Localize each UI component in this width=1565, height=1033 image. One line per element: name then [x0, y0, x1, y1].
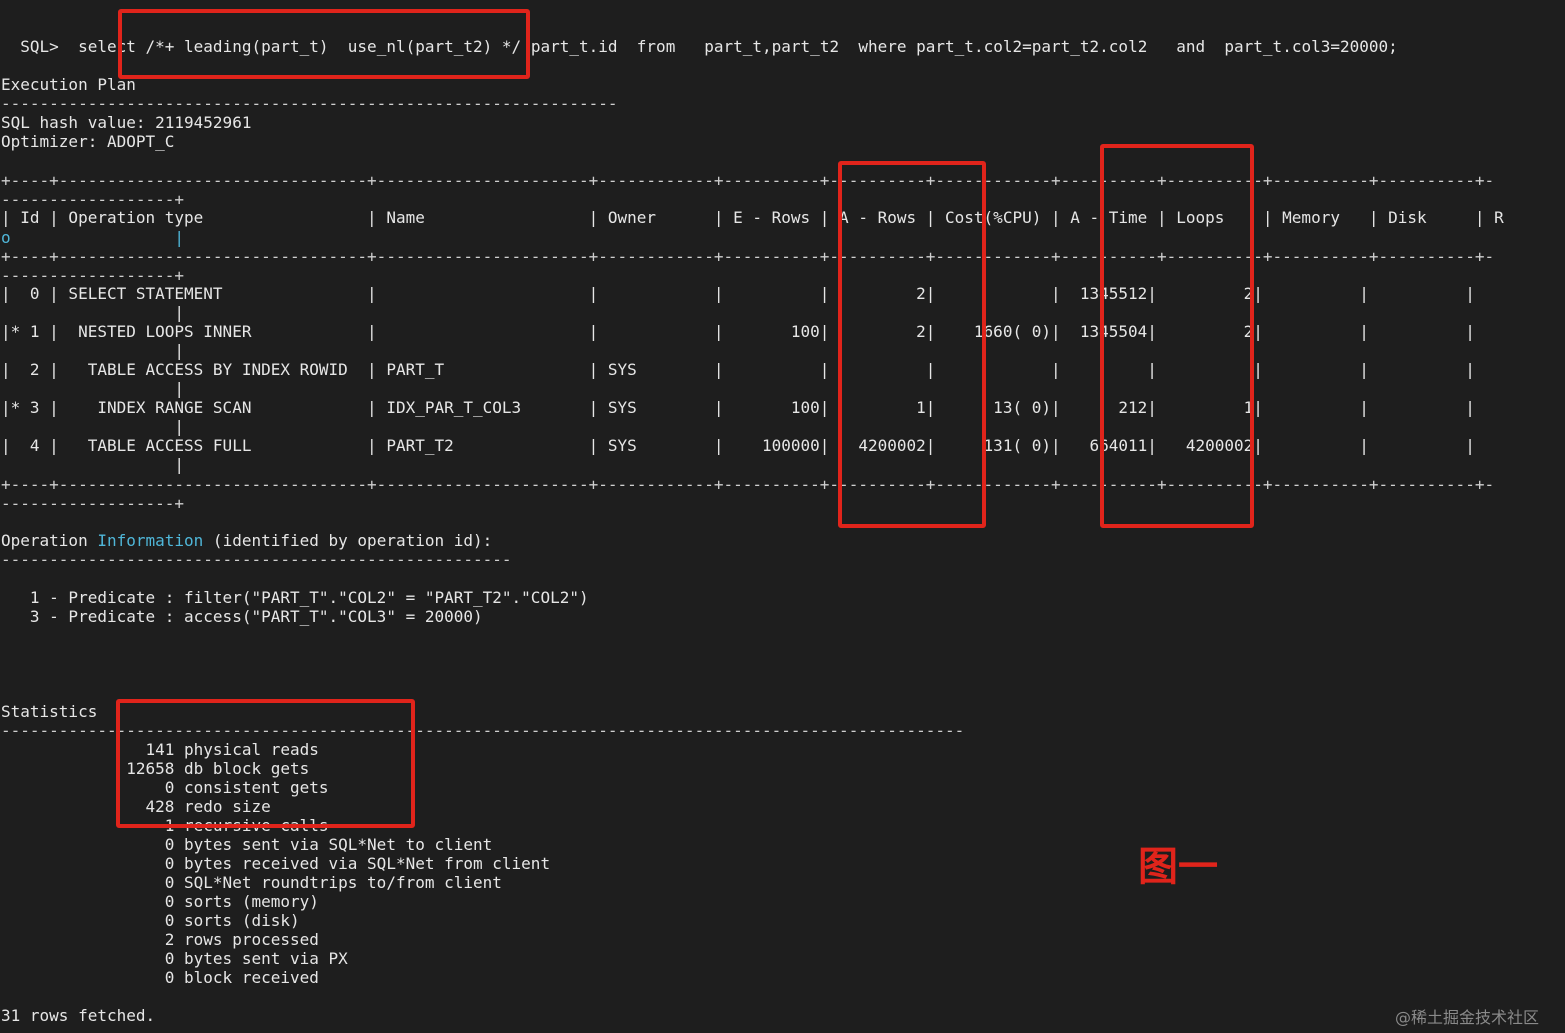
- plan-table-header: | Id | Operation type | Name | Owner | E…: [1, 208, 1504, 227]
- plan-row-2-wrap: |: [1, 379, 185, 398]
- plan-table-border-tail: ------------------+: [1, 266, 185, 285]
- plan-row-0: | 0 | SELECT STATEMENT | | | | 2| | 1345…: [1, 284, 1475, 303]
- sql-hint: /*+ leading(part_t) use_nl(part_t2) */: [145, 37, 522, 56]
- statistics-heading: Statistics: [1, 702, 98, 721]
- operation-info-separator: ----------------------------------------…: [1, 550, 512, 569]
- sql-prompt: SQL>: [20, 37, 59, 56]
- rows-fetched-footer: 31 rows fetched.: [1, 1006, 156, 1025]
- plan-table-border: +----+--------------------------------+-…: [1, 475, 1495, 494]
- sql-rest: part_t.id from part_t,part_t2 where part…: [530, 37, 1398, 56]
- sql-hash-value: SQL hash value: 2119452961: [1, 113, 252, 132]
- plan-row-4-wrap: |: [1, 455, 185, 474]
- plan-row-1: |* 1 | NESTED LOOPS INNER | | | 100| 2| …: [1, 322, 1475, 341]
- stat-item: 2 rows processed: [1, 930, 319, 949]
- plan-table-border-tail: ------------------+: [1, 494, 185, 513]
- plan-row-3: |* 3 | INDEX RANGE SCAN | IDX_PAR_T_COL3…: [1, 398, 1475, 417]
- stat-item: 428 redo size: [1, 797, 271, 816]
- stat-item: 0 sorts (disk): [1, 911, 300, 930]
- plan-row-1-wrap: |: [1, 341, 185, 360]
- stat-item: 0 bytes received via SQL*Net from client: [1, 854, 551, 873]
- predicate-3: 3 - Predicate : access("PART_T"."COL3" =…: [1, 607, 483, 626]
- plan-row-3-wrap: |: [1, 417, 185, 436]
- keyword-information: Information: [97, 531, 204, 550]
- operation-info-heading: Operation Information (identified by ope…: [1, 531, 493, 550]
- stat-item: 0 sorts (memory): [1, 892, 319, 911]
- stat-item: 0 SQL*Net roundtrips to/from client: [1, 873, 502, 892]
- stat-item: 0 block received: [1, 968, 319, 987]
- plan-row-2: | 2 | TABLE ACCESS BY INDEX ROWID | PART…: [1, 360, 1475, 379]
- stat-item: 1 recursive calls: [1, 816, 329, 835]
- watermark: @稀土掘金技术社区: [1395, 1008, 1540, 1027]
- stat-item: 141 physical reads: [1, 740, 319, 759]
- plan-row-4: | 4 | TABLE ACCESS FULL | PART_T2 | SYS …: [1, 436, 1475, 455]
- stat-item: 0 bytes sent via SQL*Net to client: [1, 835, 493, 854]
- plan-table-border-tail: ------------------+: [1, 190, 185, 209]
- stat-item: 0 bytes sent via PX: [1, 949, 348, 968]
- plan-table-border: +----+--------------------------------+-…: [1, 247, 1495, 266]
- stat-item: 0 consistent gets: [1, 778, 329, 797]
- predicate-1: 1 - Predicate : filter("PART_T"."COL2" =…: [1, 588, 589, 607]
- sql-command-line: SQL> select /*+ leading(part_t) use_nl(p…: [1, 18, 1398, 56]
- plan-table-border: +----+--------------------------------+-…: [1, 171, 1495, 190]
- optimizer-mode: Optimizer: ADOPT_C: [1, 132, 175, 151]
- sql-select-keyword: select: [78, 37, 136, 56]
- plan-separator: ----------------------------------------…: [1, 94, 618, 113]
- figure-label: 图一: [1138, 844, 1218, 890]
- plan-row-0-wrap: |: [1, 303, 185, 322]
- plan-table-header-wrap: o |: [1, 228, 185, 247]
- plan-heading: Execution Plan: [1, 75, 136, 94]
- statistics-separator: ----------------------------------------…: [1, 721, 965, 740]
- stat-item: 12658 db block gets: [1, 759, 310, 778]
